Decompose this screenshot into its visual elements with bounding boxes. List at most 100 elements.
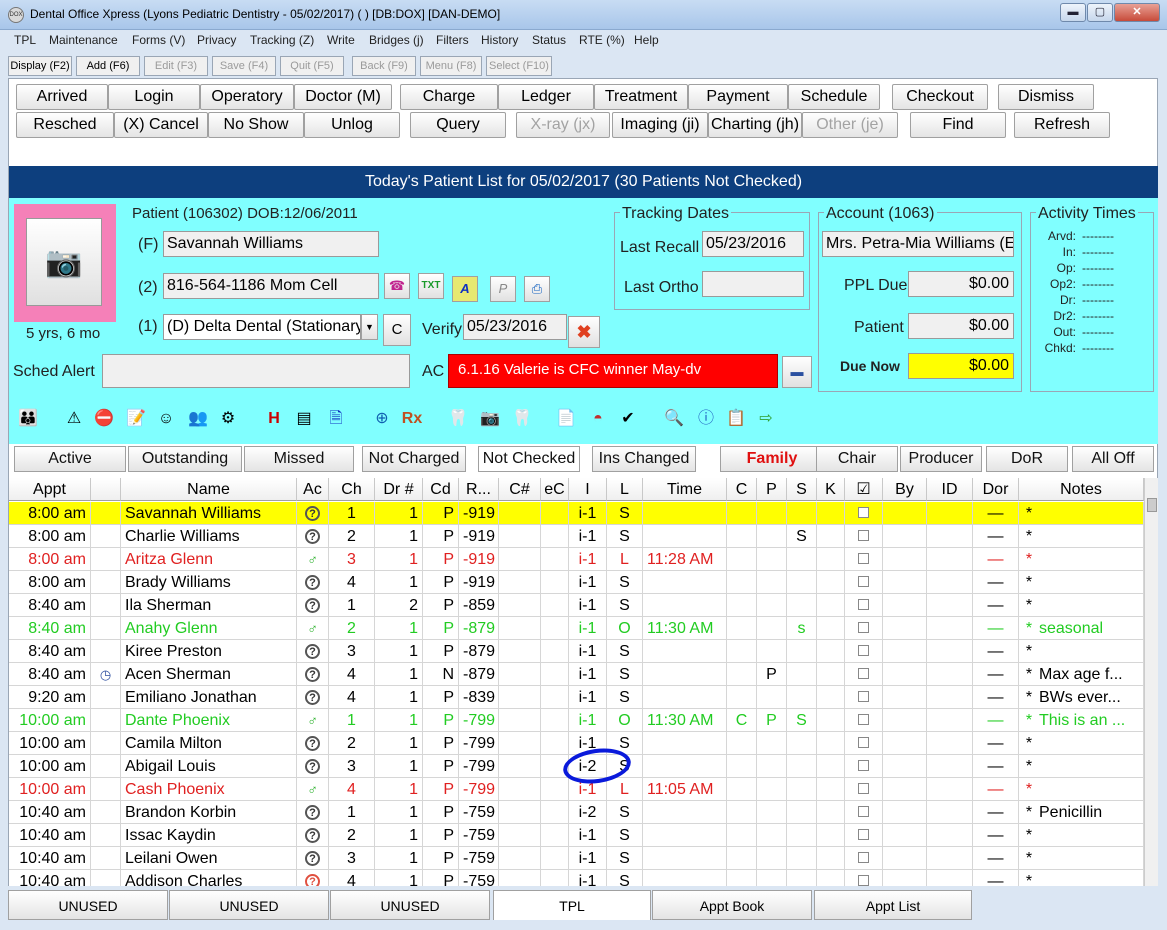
column-header[interactable]: ☑: [845, 478, 883, 501]
column-header[interactable]: K: [817, 478, 845, 501]
row-checkbox[interactable]: [858, 737, 869, 748]
tab-appt-list[interactable]: Appt List: [814, 890, 972, 920]
prescription-icon[interactable]: Rx: [398, 404, 426, 434]
menu-privacy[interactable]: Privacy: [197, 33, 236, 47]
other-button[interactable]: Other (je): [802, 112, 898, 138]
charting-button[interactable]: Charting (jh): [708, 112, 802, 138]
no-show-button[interactable]: No Show: [208, 112, 304, 138]
menu-tracking[interactable]: Tracking (Z): [250, 33, 314, 47]
table-row[interactable]: 8:40 am Kiree Preston? 3 1 P -879 i-1 S — *: [9, 640, 1144, 663]
find-button[interactable]: Find: [910, 112, 1006, 138]
back-button[interactable]: Back (F9): [352, 56, 416, 76]
ledger-button[interactable]: Ledger: [498, 84, 594, 110]
row-checkbox[interactable]: [858, 530, 869, 541]
column-header[interactable]: P: [757, 478, 787, 501]
menu-tpl[interactable]: TPL: [14, 33, 36, 47]
table-row[interactable]: 9:20 am Emiliano Jonathan? 4 1 P -839 i-1 S — * BW…: [9, 686, 1144, 709]
table-row[interactable]: 8:00 am Savannah Williams? 1 1 P -919 i-1 S — *: [9, 502, 1144, 525]
row-checkbox[interactable]: [858, 852, 869, 863]
filter-family[interactable]: Family: [720, 446, 824, 472]
minimize-button[interactable]: ▬: [1060, 3, 1086, 22]
row-checkbox[interactable]: [858, 576, 869, 587]
xray-button[interactable]: X-ray (jx): [516, 112, 610, 138]
refresh-button[interactable]: Refresh: [1014, 112, 1110, 138]
save-button[interactable]: Save (F4): [212, 56, 276, 76]
column-header[interactable]: Name: [121, 478, 297, 501]
operatory-button[interactable]: Operatory: [200, 84, 294, 110]
table-row[interactable]: 10:40 am Addison Charles? 4 1 P -759 i-1 S — *: [9, 870, 1144, 886]
filter-chair[interactable]: Chair: [816, 446, 898, 472]
row-checkbox[interactable]: [858, 668, 869, 679]
chevron-down-icon[interactable]: ▼: [361, 314, 378, 340]
display-button[interactable]: Display (F2): [8, 56, 72, 76]
cancel-button[interactable]: (X) Cancel: [114, 112, 208, 138]
column-header[interactable]: By: [883, 478, 927, 501]
table-row[interactable]: 10:40 am Leilani Owen? 3 1 P -759 i-1 S — *: [9, 847, 1144, 870]
table-row[interactable]: 8:00 am Brady Williams? 4 1 P -919 i-1 S — *: [9, 571, 1144, 594]
smiley-icon[interactable]: ☺: [152, 404, 180, 434]
column-header[interactable]: Dor: [973, 478, 1019, 501]
menu-history[interactable]: History: [481, 33, 518, 47]
menu-status[interactable]: Status: [532, 33, 566, 47]
last-recall-field[interactable]: 05/23/2016: [702, 231, 804, 257]
checkout-button[interactable]: Checkout: [892, 84, 988, 110]
filter-not-checked[interactable]: Not Checked: [478, 446, 580, 472]
filter-ins-changed[interactable]: Ins Changed: [592, 446, 696, 472]
edit-button[interactable]: Edit (F3): [144, 56, 208, 76]
patient-grid[interactable]: Appt Name Ac Ch Dr # Cd R... C# eC I L Time C P S K ☑ By I…: [9, 478, 1144, 886]
imaging-button[interactable]: Imaging (ji): [612, 112, 708, 138]
menu-button[interactable]: Menu (F8): [420, 56, 482, 76]
add-phone-icon[interactable]: TXT: [418, 273, 444, 299]
tab-unused-3[interactable]: UNUSED: [330, 890, 490, 920]
filter-outstanding[interactable]: Outstanding: [128, 446, 242, 472]
filter-dor[interactable]: DoR: [986, 446, 1068, 472]
patient-name-field[interactable]: Savannah Williams: [163, 231, 379, 257]
table-row[interactable]: 10:00 am Dante Phoenix ♂ 1 1 P -799 i-1 O 11:30 A…: [9, 709, 1144, 732]
column-header[interactable]: ID: [927, 478, 973, 501]
compass-icon[interactable]: ⊕: [368, 404, 396, 434]
row-checkbox[interactable]: [858, 507, 869, 518]
menu-rte[interactable]: RTE (%): [579, 33, 625, 47]
add-button[interactable]: Add (F6): [76, 56, 140, 76]
row-checkbox[interactable]: [858, 714, 869, 725]
ac-alert-field[interactable]: 6.1.16 Valerie is CFC winner May-dv: [448, 354, 778, 388]
column-header[interactable]: Ac: [297, 478, 329, 501]
user-gear-icon[interactable]: ⚙: [214, 404, 242, 434]
info-icon[interactable]: ⓘ: [692, 404, 720, 434]
column-header[interactable]: [91, 478, 121, 501]
document-icon[interactable]: 🗎: [322, 404, 350, 434]
column-header[interactable]: Appt: [9, 478, 91, 501]
row-checkbox[interactable]: [858, 553, 869, 564]
payment-button[interactable]: Payment: [688, 84, 788, 110]
column-header[interactable]: C#: [499, 478, 541, 501]
printer-icon[interactable]: ⎙: [524, 276, 550, 302]
sched-alert-field[interactable]: [102, 354, 410, 388]
close-x-icon[interactable]: ✖: [568, 316, 600, 348]
table-row[interactable]: 8:00 am Charlie Williams? 2 1 P -919 i-1 S S — *: [9, 525, 1144, 548]
phone-icon[interactable]: ☎: [384, 273, 410, 299]
column-header[interactable]: Time: [643, 478, 727, 501]
schedule-button[interactable]: Schedule: [788, 84, 880, 110]
health-history-icon[interactable]: H: [260, 404, 288, 434]
form-icon[interactable]: ▤: [290, 404, 318, 434]
maximize-button[interactable]: ▢: [1087, 3, 1113, 22]
row-checkbox[interactable]: [858, 829, 869, 840]
stop-icon[interactable]: ⛔: [90, 404, 118, 434]
last-ortho-field[interactable]: [702, 271, 804, 297]
arrived-button[interactable]: Arrived: [16, 84, 108, 110]
login-button[interactable]: Login: [108, 84, 200, 110]
column-header[interactable]: C: [727, 478, 757, 501]
column-header[interactable]: Notes: [1019, 478, 1144, 501]
menu-filters[interactable]: Filters: [436, 33, 469, 47]
table-row[interactable]: 8:40 am Anahy Glenn ♂ 2 1 P -879 i-1 O 11:30 AM s —…: [9, 617, 1144, 640]
tooth-icon[interactable]: 🦷: [444, 404, 472, 434]
clipboard-icon[interactable]: 📋: [722, 404, 750, 434]
note-icon[interactable]: 📝: [122, 404, 150, 434]
menu-help[interactable]: Help: [634, 33, 659, 47]
chart-doc-icon[interactable]: 📄: [552, 404, 580, 434]
table-row[interactable]: 10:40 am Issac Kaydin? 2 1 P -759 i-1 S — *: [9, 824, 1144, 847]
filter-active[interactable]: Active: [14, 446, 126, 472]
tab-unused-1[interactable]: UNUSED: [8, 890, 168, 920]
resched-button[interactable]: Resched: [16, 112, 114, 138]
menu-maintenance[interactable]: Maintenance: [49, 33, 118, 47]
